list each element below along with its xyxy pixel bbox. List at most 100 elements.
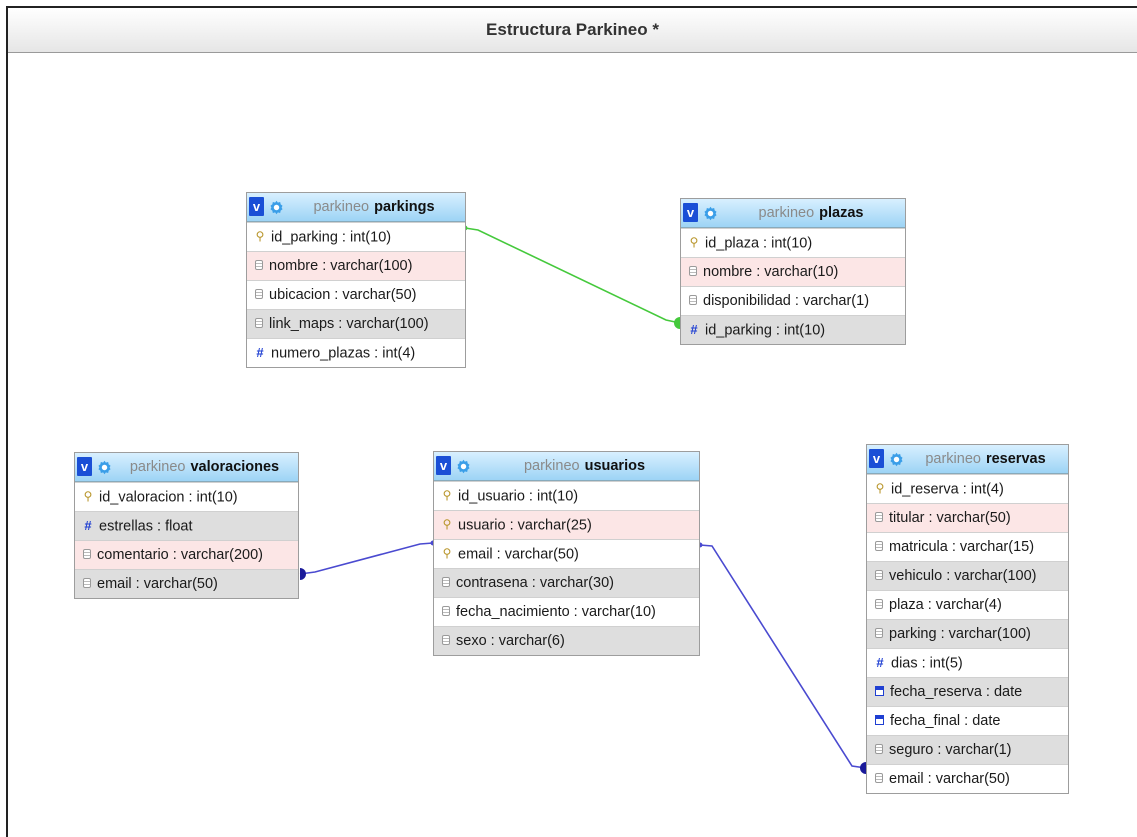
table-column-row[interactable]: seguro : varchar(1) — [867, 735, 1068, 764]
table-column-row[interactable]: fecha_reserva : date — [867, 677, 1068, 706]
column-label: plaza : varchar(4) — [889, 597, 1002, 613]
table-column-row[interactable]: ubicacion : varchar(50) — [247, 280, 465, 309]
table-column-row[interactable]: parking : varchar(100) — [867, 619, 1068, 648]
column-label: vehiculo : varchar(100) — [889, 568, 1037, 584]
table-column-row[interactable]: ⚲ email : varchar(50) — [434, 539, 699, 568]
table-column-row[interactable]: disponibilidad : varchar(1) — [681, 286, 905, 315]
table-column-row[interactable]: # id_parking : int(10) — [681, 315, 905, 344]
text-icon — [255, 318, 263, 329]
text-icon — [83, 578, 91, 589]
text-icon — [255, 260, 263, 271]
table-column-row[interactable]: ⚲ id_valoracion : int(10) — [75, 482, 298, 511]
text-icon — [875, 512, 883, 523]
table-parkings[interactable]: v parkineo parkings ⚲ id_parking : int(10) no… — [246, 192, 466, 368]
gear-icon[interactable] — [455, 457, 472, 474]
text-icon — [875, 599, 883, 610]
table-column-row[interactable]: titular : varchar(50) — [867, 503, 1068, 532]
date-icon — [875, 715, 884, 726]
table-reservas[interactable]: v parkineo reservas ⚲ id_reserva : int(4) tit… — [866, 444, 1069, 794]
key-icon: ⚲ — [83, 489, 93, 503]
table-column-row[interactable]: ⚲ id_reserva : int(4) — [867, 474, 1068, 503]
text-icon — [83, 549, 91, 560]
column-label: fecha_reserva : date — [890, 684, 1023, 700]
table-name: usuarios — [584, 458, 646, 474]
date-icon — [875, 686, 884, 697]
table-header[interactable]: v parkineo parkings — [247, 193, 465, 222]
table-column-row[interactable]: fecha_final : date — [867, 706, 1068, 735]
table-column-row[interactable]: ⚲ usuario : varchar(25) — [434, 510, 699, 539]
text-icon — [689, 295, 697, 306]
table-header[interactable]: v parkineo valoraciones — [75, 453, 298, 482]
column-label: estrellas : float — [99, 518, 193, 535]
column-label: disponibilidad : varchar(1) — [703, 293, 870, 309]
column-label: id_plaza : int(10) — [705, 235, 813, 252]
table-column-row[interactable]: vehiculo : varchar(100) — [867, 561, 1068, 590]
table-name: parkings — [374, 199, 435, 215]
gear-icon[interactable] — [96, 458, 113, 475]
column-label: id_parking : int(10) — [705, 322, 826, 339]
toggle-view-button[interactable]: v — [869, 449, 884, 468]
table-usuarios[interactable]: v parkineo usuarios ⚲ id_usuario : int(10) ⚲ u… — [433, 451, 700, 656]
table-column-row[interactable]: # estrellas : float — [75, 511, 298, 540]
column-label: link_maps : varchar(100) — [269, 316, 429, 332]
text-icon — [255, 289, 263, 300]
table-column-row[interactable]: nombre : varchar(10) — [681, 257, 905, 286]
table-column-row[interactable]: ⚲ id_usuario : int(10) — [434, 481, 699, 510]
column-label: id_valoracion : int(10) — [99, 489, 238, 506]
table-column-row[interactable]: nombre : varchar(100) — [247, 251, 465, 280]
column-label: fecha_final : date — [890, 713, 1001, 729]
table-header[interactable]: v parkineo reservas — [867, 445, 1068, 474]
column-label: usuario : varchar(25) — [458, 517, 592, 534]
column-label: email : varchar(50) — [458, 546, 579, 563]
table-name: reservas — [985, 451, 1046, 467]
table-column-row[interactable]: matricula : varchar(15) — [867, 532, 1068, 561]
gear-icon[interactable] — [268, 198, 285, 215]
column-label: email : varchar(50) — [889, 771, 1010, 787]
database-name: parkineo — [523, 458, 580, 474]
column-label: contrasena : varchar(30) — [456, 575, 614, 591]
column-label: nombre : varchar(10) — [703, 264, 839, 280]
table-column-row[interactable]: # numero_plazas : int(4) — [247, 338, 465, 367]
column-label: sexo : varchar(6) — [456, 633, 565, 649]
table-column-row[interactable]: plaza : varchar(4) — [867, 590, 1068, 619]
column-label: email : varchar(50) — [97, 576, 218, 592]
toggle-view-button[interactable]: v — [683, 203, 698, 222]
key-icon: ⚲ — [442, 488, 452, 502]
table-name: valoraciones — [190, 459, 280, 475]
toggle-view-button[interactable]: v — [77, 457, 92, 476]
text-icon — [875, 570, 883, 581]
table-column-row[interactable]: contrasena : varchar(30) — [434, 568, 699, 597]
database-name: parkineo — [313, 199, 370, 215]
table-title: parkineo usuarios — [474, 452, 695, 480]
table-valoraciones[interactable]: v parkineo valoraciones ⚲ id_valoracion : in… — [74, 452, 299, 599]
table-column-row[interactable]: email : varchar(50) — [75, 569, 298, 598]
column-label: titular : varchar(50) — [889, 510, 1011, 526]
table-header[interactable]: v parkineo plazas — [681, 199, 905, 228]
table-column-row[interactable]: comentario : varchar(200) — [75, 540, 298, 569]
column-label: seguro : varchar(1) — [889, 742, 1012, 758]
table-column-row[interactable]: ⚲ id_plaza : int(10) — [681, 228, 905, 257]
table-column-row[interactable]: ⚲ id_parking : int(10) — [247, 222, 465, 251]
table-header[interactable]: v parkineo usuarios — [434, 452, 699, 481]
column-label: fecha_nacimiento : varchar(10) — [456, 604, 656, 620]
table-column-row[interactable]: link_maps : varchar(100) — [247, 309, 465, 338]
table-column-row[interactable]: # dias : int(5) — [867, 648, 1068, 677]
gear-icon[interactable] — [702, 204, 719, 221]
toggle-view-button[interactable]: v — [249, 197, 264, 216]
table-column-row[interactable]: fecha_nacimiento : varchar(10) — [434, 597, 699, 626]
key-icon: ⚲ — [442, 517, 452, 531]
table-plazas[interactable]: v parkineo plazas ⚲ id_plaza : int(10) nombre… — [680, 198, 906, 345]
key-icon: ⚲ — [255, 229, 265, 243]
gear-icon[interactable] — [888, 450, 905, 467]
table-column-row[interactable]: sexo : varchar(6) — [434, 626, 699, 655]
page-title: Estructura Parkineo * — [8, 8, 1137, 53]
table-title: parkineo reservas — [907, 445, 1064, 473]
column-label: dias : int(5) — [891, 655, 963, 672]
database-name: parkineo — [758, 205, 815, 221]
toggle-view-button[interactable]: v — [436, 456, 451, 475]
column-label: id_parking : int(10) — [271, 229, 392, 246]
text-icon — [442, 577, 450, 588]
database-name: parkineo — [129, 459, 186, 475]
table-column-row[interactable]: email : varchar(50) — [867, 764, 1068, 793]
column-label: parking : varchar(100) — [889, 626, 1031, 642]
